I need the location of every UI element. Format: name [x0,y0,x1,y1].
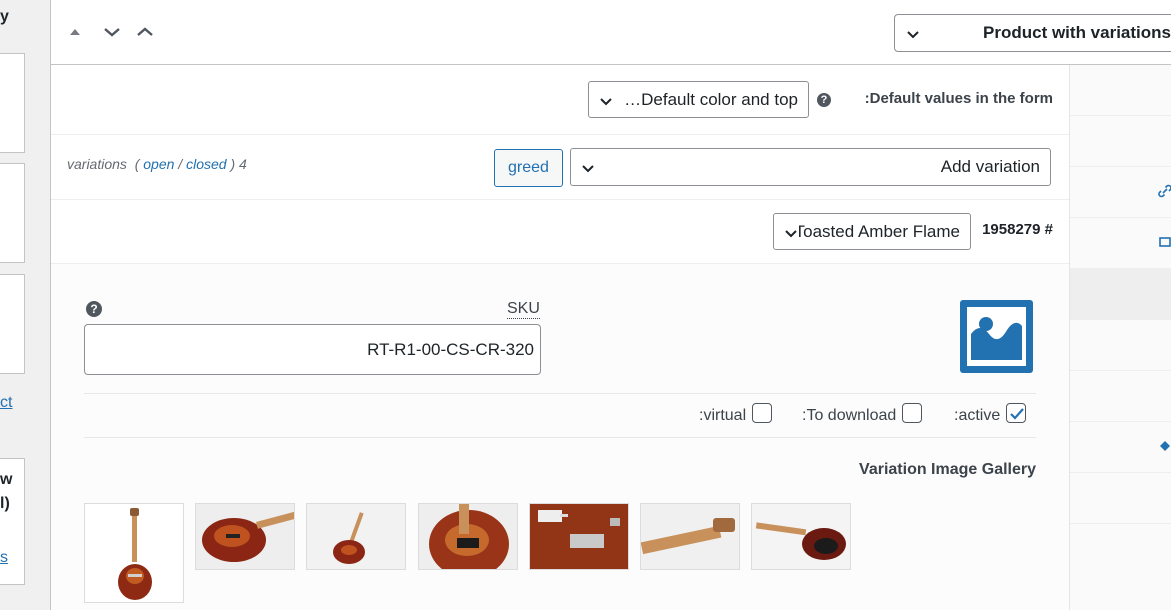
gallery-title: Variation Image Gallery [859,461,1036,478]
product-data-panel: Product with variations :Default values … [51,0,1171,610]
panel-header: Product with variations [51,0,1171,65]
product-type-select[interactable]: Product with variations [894,14,1171,52]
download-label: :To download [802,407,897,424]
slash-separator: / [174,156,187,172]
variations-toolbar: variations ( open / closed ) 4 greed Add… [51,135,1069,200]
default-attribute-value: …Default color and top [624,89,798,109]
variation-actions-select[interactable]: Add variation [570,148,1051,186]
chevron-up-icon[interactable] [135,22,155,42]
virtual-label: :virtual [699,407,747,424]
active-option: :active [954,403,1027,426]
tab-variations[interactable] [1070,269,1171,320]
tab-attributes[interactable] [1070,218,1171,269]
left-box-3 [0,274,25,374]
chevron-down-icon [905,26,921,47]
left-link-2[interactable]: s [0,549,8,567]
variations-count: 4 [239,156,247,172]
sku-input[interactable] [84,324,541,375]
tab-linked-products[interactable] [1070,167,1171,218]
gallery-thumbnail[interactable] [751,503,851,570]
divider [84,393,1036,394]
gallery-thumbnail[interactable] [529,503,629,570]
tab-general[interactable] [1070,65,1171,116]
left-frag-mid-2: l) [0,495,10,512]
chevron-down-icon [783,225,799,246]
help-icon[interactable]: ? [817,93,831,107]
gallery-thumbnail[interactable] [306,503,406,570]
product-data-tabs [1069,65,1171,610]
tab-other[interactable] [1070,371,1171,422]
gallery-thumbnail[interactable] [418,503,518,570]
chevron-down-icon [598,93,614,114]
list-icon [1158,235,1171,252]
default-attribute-select[interactable]: …Default color and top [588,81,809,118]
left-frag-top: y [0,8,9,25]
tab-inventory[interactable] [1070,116,1171,167]
link-icon [1158,184,1171,201]
virtual-option: :virtual [699,403,773,426]
chevron-down-icon [580,160,596,181]
variation-image-upload[interactable] [960,300,1033,373]
open-link[interactable]: open [143,156,174,172]
left-frag-mid-1: w [0,471,13,488]
checkmark-icon [1010,408,1025,420]
sku-label: SKU [507,300,540,319]
variation-details: ? SKU :virtual :To download [51,264,1069,610]
active-checkbox[interactable] [1006,403,1027,423]
closed-link[interactable]: closed [186,156,226,172]
gallery-thumbnail[interactable] [84,503,184,603]
left-link-1[interactable]: ct [0,394,12,412]
product-type-value: Product with variations [983,23,1171,42]
go-button[interactable]: greed [494,149,563,187]
divider [84,437,1036,438]
gallery-thumbnail[interactable] [640,503,740,570]
left-sidebar-clipped: y ct w l) s [0,0,26,610]
virtual-checkbox[interactable] [752,403,773,423]
left-box-1 [0,53,25,153]
tab-more[interactable] [1070,473,1171,524]
download-checkbox[interactable] [902,403,923,423]
tab-extra[interactable] [1070,422,1171,473]
variations-content: :Default values in the form ? …Default c… [51,65,1069,610]
left-box-4: w l) s [0,458,25,585]
expand-collapse-links: variations ( open / closed ) 4 [67,156,247,172]
help-icon[interactable]: ? [86,301,102,317]
download-option: :To download [802,403,923,426]
variations-prefix: variations [67,156,127,172]
variation-attribute-select[interactable]: Toasted Amber Flame [773,213,971,250]
chevron-down-icon[interactable] [102,22,122,42]
default-values-row: :Default values in the form ? …Default c… [51,65,1069,135]
default-values-label: :Default values in the form [864,90,1053,107]
gallery-thumbnail[interactable] [195,503,295,570]
diamond-icon [1158,439,1171,456]
variation-attribute-value: Toasted Amber Flame [794,221,960,241]
variation-header[interactable]: 1958279 # Toasted Amber Flame [51,200,1069,264]
variation-actions-value: Add variation [940,157,1040,176]
tab-advanced[interactable] [1070,320,1171,371]
variation-id: 1958279 # [982,221,1053,238]
active-label: :active [954,407,1001,424]
image-placeholder-icon [960,300,1033,373]
left-box-2 [0,163,25,263]
triangle-up-icon[interactable] [65,22,85,42]
